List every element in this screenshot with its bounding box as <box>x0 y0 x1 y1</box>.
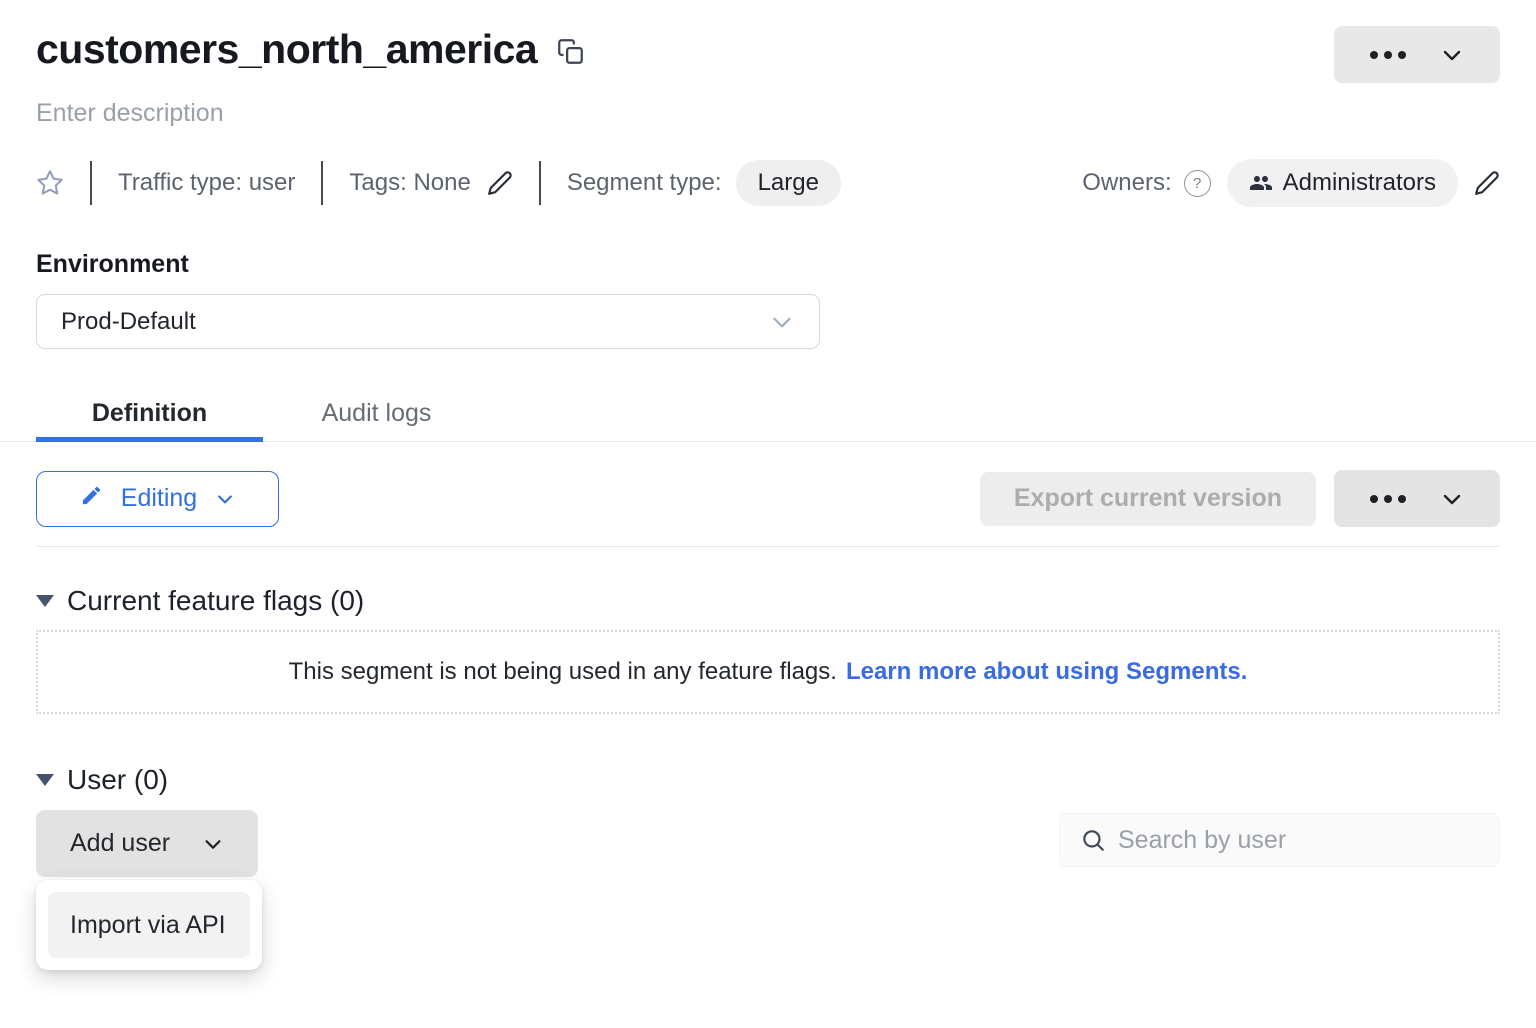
editing-label: Editing <box>121 484 197 513</box>
user-search-input[interactable] <box>1118 826 1479 855</box>
definition-toolbar: Editing Export current version <box>36 470 1500 527</box>
editing-status-button[interactable]: Editing <box>36 471 279 527</box>
tab-definition-label: Definition <box>92 399 207 428</box>
user-section-body: Add user Import via API <box>36 810 1500 877</box>
empty-state-text: This segment is not being used in any fe… <box>289 658 837 686</box>
owners-label: Owners: <box>1082 169 1171 197</box>
people-icon <box>1249 171 1273 195</box>
ellipsis-icon <box>1370 51 1406 59</box>
add-user-button[interactable]: Add user <box>36 810 258 877</box>
meta-row: Traffic type: user Tags: None Segment ty… <box>36 160 1500 206</box>
segment-detail-page: customers_north_america Enter descriptio… <box>0 26 1536 877</box>
tab-bar: Definition Audit logs <box>0 385 1536 442</box>
tab-definition[interactable]: Definition <box>36 385 263 441</box>
page-header: customers_north_america <box>36 26 1500 83</box>
title-wrap: customers_north_america <box>36 26 584 73</box>
edit-owners-icon[interactable] <box>1474 170 1500 196</box>
divider <box>539 161 541 205</box>
question-circle-icon[interactable]: ? <box>1184 170 1211 197</box>
traffic-type-label: Traffic type: user <box>118 169 295 197</box>
toolbar-right-group: Export current version <box>980 470 1500 527</box>
pencil-icon <box>80 484 103 514</box>
edit-tags-icon[interactable] <box>487 170 513 196</box>
environment-select[interactable]: Prod-Default <box>36 294 820 349</box>
triangle-down-icon <box>36 595 54 607</box>
environment-value: Prod-Default <box>61 308 196 336</box>
description-placeholder[interactable]: Enter description <box>36 99 1500 128</box>
owners-group: Owners: ? Administrators <box>1082 159 1500 207</box>
tab-audit-logs[interactable]: Audit logs <box>263 385 490 441</box>
segment-type-label: Segment type: <box>567 169 722 197</box>
menu-item-import-via-api[interactable]: Import via API <box>48 892 250 958</box>
user-search-box[interactable] <box>1059 813 1500 867</box>
divider <box>321 161 323 205</box>
feature-flags-heading: Current feature flags (0) <box>67 585 364 617</box>
user-section-header[interactable]: User (0) <box>36 764 1500 796</box>
user-heading: User (0) <box>67 764 168 796</box>
owners-badge[interactable]: Administrators <box>1227 159 1458 207</box>
feature-flags-empty-state: This segment is not being used in any fe… <box>36 630 1500 714</box>
page-title: customers_north_america <box>36 26 537 73</box>
chevron-down-icon <box>215 489 235 509</box>
add-user-label: Add user <box>70 829 170 858</box>
chevron-down-icon <box>1440 487 1464 511</box>
copy-icon[interactable] <box>557 38 584 65</box>
chevron-down-icon <box>769 309 795 335</box>
header-more-button[interactable] <box>1334 26 1500 83</box>
segment-type-badge: Large <box>736 160 841 206</box>
toolbar-more-button[interactable] <box>1334 470 1500 527</box>
star-icon[interactable] <box>36 169 64 197</box>
add-user-wrap: Add user Import via API <box>36 810 258 877</box>
divider <box>90 161 92 205</box>
triangle-down-icon <box>36 774 54 786</box>
chevron-down-icon <box>202 833 224 855</box>
tab-audit-logs-label: Audit logs <box>322 399 432 428</box>
feature-flags-section-header[interactable]: Current feature flags (0) <box>36 585 1500 617</box>
tags-label: Tags: None <box>349 169 470 197</box>
ellipsis-icon <box>1370 495 1406 503</box>
environment-label: Environment <box>36 250 1500 279</box>
chevron-down-icon <box>1440 43 1464 67</box>
learn-more-link[interactable]: Learn more about using Segments. <box>846 658 1247 686</box>
search-icon <box>1080 827 1106 853</box>
divider <box>36 546 1500 547</box>
export-current-version-button[interactable]: Export current version <box>980 472 1316 526</box>
owners-value: Administrators <box>1283 169 1436 197</box>
add-user-menu: Import via API <box>36 880 262 970</box>
